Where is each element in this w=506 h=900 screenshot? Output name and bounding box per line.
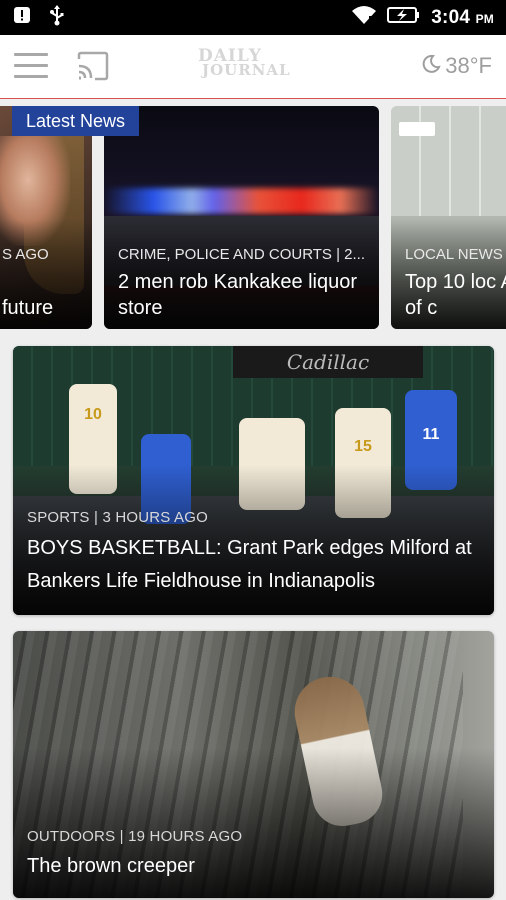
weather-temp: 38°F <box>445 53 492 78</box>
alert-icon <box>12 5 32 30</box>
latest-news-badge: Latest News <box>12 106 140 136</box>
status-time-ampm: PM <box>475 11 494 26</box>
carousel-card[interactable]: CRIME, POLICE AND COURTS | 2... 2 men ro… <box>104 106 379 329</box>
card-category: CRIME, POLICE AND COURTS | 2... <box>118 246 366 263</box>
app-bar: DAILY JOURNAL 38°F <box>0 35 506 99</box>
card-image-light <box>399 122 435 136</box>
story-category: SPORTS | 3 HOURS AGO <box>27 509 208 526</box>
menu-icon[interactable] <box>14 53 48 79</box>
carousel-card[interactable]: S AGO future <box>0 106 92 329</box>
status-bar: 3:04 PM <box>0 0 506 35</box>
story-headline: BOYS BASKETBALL: Grant Park edges Milfor… <box>27 537 472 592</box>
moon-icon <box>421 54 441 79</box>
card-headline: 2 men rob Kankakee liquor store <box>118 271 358 319</box>
jersey-number: 15 <box>354 438 372 455</box>
wifi-icon <box>351 5 377 30</box>
jersey-number: 10 <box>84 406 102 423</box>
card-headline: future <box>2 297 54 319</box>
status-time-value: 3:04 <box>431 6 471 28</box>
app-logo[interactable]: DAILY JOURNAL <box>198 48 310 85</box>
usb-icon <box>48 4 66 31</box>
story-card[interactable]: OUTDOORS | 19 HOURS AGO The brown creepe… <box>13 631 494 898</box>
card-image-police-lights <box>104 188 379 214</box>
logo-line2: JOURNAL <box>202 61 291 79</box>
jersey-number: 11 <box>422 426 440 443</box>
card-headline: Top 10 loc A year of c <box>405 271 506 319</box>
card-category: LOCAL NEWS <box>405 246 503 263</box>
status-left <box>12 4 66 31</box>
status-right: 3:04 PM <box>351 5 494 30</box>
story-card[interactable]: Cadillac 10 15 11 SPORTS | 3 HOURS AGO B… <box>13 346 494 615</box>
arena-banner: Cadillac <box>233 346 423 378</box>
weather-widget[interactable]: 38°F <box>421 53 492 79</box>
carousel-card[interactable]: LOCAL NEWS Top 10 loc A year of c <box>391 106 506 329</box>
story-category: OUTDOORS | 19 HOURS AGO <box>27 828 243 845</box>
card-category: S AGO <box>2 246 49 263</box>
status-time: 3:04 PM <box>431 7 494 29</box>
story-headline: The brown creeper <box>27 855 195 877</box>
latest-news-carousel[interactable]: S AGO future CRIME, POLICE AND COURTS | … <box>0 106 506 329</box>
cast-icon[interactable] <box>76 50 110 82</box>
battery-charging-icon <box>387 5 421 30</box>
